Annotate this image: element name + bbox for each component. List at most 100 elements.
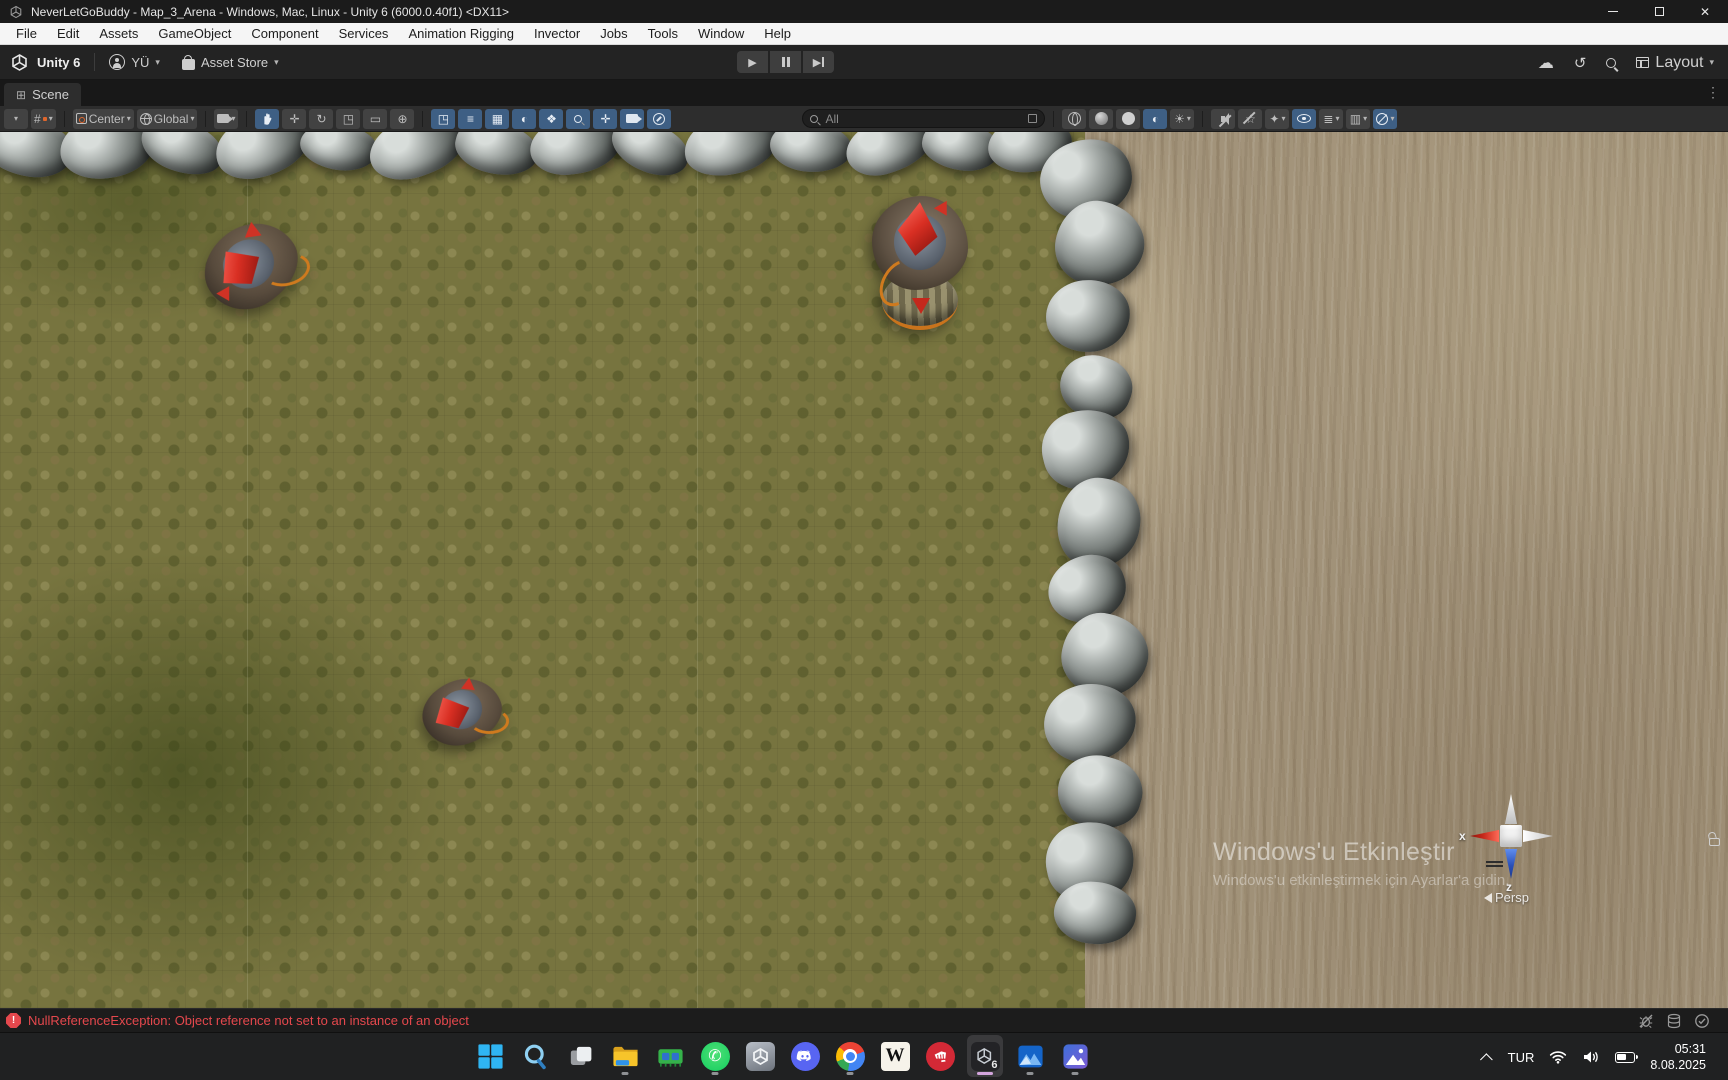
close-button[interactable]: ✕	[1682, 0, 1728, 23]
tray-overflow-icon[interactable]	[1480, 1053, 1493, 1066]
play-button[interactable]: ▶	[737, 51, 768, 73]
language-indicator[interactable]: TUR	[1508, 1050, 1535, 1065]
w-app-button[interactable]: W	[877, 1035, 913, 1077]
search-icon[interactable]	[1606, 58, 1616, 68]
debugger-disabled-icon[interactable]	[1638, 1013, 1654, 1029]
transform-tool-button[interactable]: ⊕	[390, 109, 414, 129]
status-bar[interactable]: ! NullReferenceException: Object referen…	[0, 1008, 1728, 1032]
start-button[interactable]	[472, 1035, 508, 1077]
unity-logo-icon	[10, 53, 29, 72]
gizmo-z-axis-cone[interactable]	[1503, 849, 1519, 879]
account-dropdown[interactable]: YÜ ▾	[109, 54, 160, 70]
menu-component[interactable]: Component	[241, 23, 328, 45]
columns-dropdown[interactable]: ▥▾	[1346, 109, 1370, 129]
shading-toggle[interactable]: ◐	[512, 109, 536, 129]
step-button[interactable]: ▶	[803, 51, 834, 73]
visibility-toggle[interactable]	[1292, 109, 1316, 129]
scene-view[interactable]: Windows'u Etkinleştir Windows'u etkinleş…	[0, 132, 1728, 1008]
camera-view-dropdown[interactable]: ▾	[214, 109, 238, 129]
lighting-toggle[interactable]: ◐	[1143, 109, 1167, 129]
gizmos-dropdown[interactable]: ▾	[1373, 109, 1397, 129]
photos-button[interactable]	[1057, 1035, 1093, 1077]
tower-top-right[interactable]	[872, 196, 972, 334]
memory-chip-app-button[interactable]	[652, 1035, 688, 1077]
effects-mute-toggle[interactable]: ☆	[1238, 109, 1262, 129]
menu-gameobject[interactable]: GameObject	[148, 23, 241, 45]
gizmo-lock-icon[interactable]	[1707, 832, 1721, 847]
shaded-sphere-toggle[interactable]	[1089, 109, 1113, 129]
chrome-button[interactable]	[832, 1035, 868, 1077]
file-explorer-button[interactable]	[607, 1035, 643, 1077]
menu-edit[interactable]: Edit	[47, 23, 89, 45]
task-view-button[interactable]	[562, 1035, 598, 1077]
axis-toggle[interactable]: ✛	[593, 109, 617, 129]
layers-dropdown[interactable]: ≣▾	[1319, 109, 1343, 129]
solid-sphere-toggle[interactable]	[1116, 109, 1140, 129]
cameras-overlay-toggle[interactable]	[620, 109, 644, 129]
audio-mute-toggle[interactable]	[1211, 109, 1235, 129]
panel-menu-icon[interactable]: ⋮	[1706, 84, 1720, 101]
tools-overlay-dropdown[interactable]: ▾	[4, 109, 28, 129]
expand-icon[interactable]	[1028, 114, 1037, 123]
menu-animation-rigging[interactable]: Animation Rigging	[398, 23, 524, 45]
sun-dropdown[interactable]: ☀▾	[1170, 109, 1194, 129]
rotate-tool-button[interactable]: ↻	[309, 109, 333, 129]
hand-tool-button[interactable]	[255, 109, 279, 129]
gizmo-y-axis-cone[interactable]	[1503, 794, 1519, 824]
background-tasks-icon[interactable]	[1694, 1013, 1710, 1029]
sliders-toggle[interactable]: ≡	[458, 109, 482, 129]
taskbar-search-button[interactable]	[517, 1035, 553, 1077]
volume-icon[interactable]	[1582, 1050, 1600, 1064]
rect-tool-button[interactable]: ▭	[363, 109, 387, 129]
riot-games-button[interactable]	[922, 1035, 958, 1077]
grid-visibility-toggle[interactable]: ▦	[485, 109, 509, 129]
battery-icon[interactable]	[1615, 1052, 1635, 1063]
gizmo-center-cube[interactable]	[1500, 825, 1522, 847]
cloud-icon[interactable]: ☁	[1538, 53, 1554, 73]
orientation-dropdown[interactable]: Global ▾	[137, 109, 198, 129]
minimize-button[interactable]	[1590, 0, 1636, 23]
divider	[246, 111, 247, 127]
menu-jobs[interactable]: Jobs	[590, 23, 637, 45]
menu-help[interactable]: Help	[754, 23, 801, 45]
scene-orientation-gizmo[interactable]: x z Persp	[1460, 788, 1580, 912]
projection-mode-toggle[interactable]: Persp	[1484, 890, 1529, 905]
search-overlay-toggle[interactable]	[566, 109, 590, 129]
whatsapp-button[interactable]: ✆	[697, 1035, 733, 1077]
scene-search-input[interactable]	[823, 111, 1023, 127]
cache-server-icon[interactable]	[1666, 1013, 1682, 1029]
history-icon[interactable]: ↺	[1574, 54, 1587, 72]
console-error-message[interactable]: NullReferenceException: Object reference…	[28, 1013, 469, 1028]
menu-invector[interactable]: Invector	[524, 23, 590, 45]
wifi-icon[interactable]	[1549, 1050, 1567, 1064]
menu-services[interactable]: Services	[329, 23, 399, 45]
asset-store-dropdown[interactable]: Asset Store ▾	[182, 55, 279, 70]
discord-button[interactable]	[787, 1035, 823, 1077]
menu-file[interactable]: File	[6, 23, 47, 45]
scene-search-field[interactable]	[802, 109, 1045, 128]
wireframe-sphere-toggle[interactable]	[1062, 109, 1086, 129]
move-tool-button[interactable]: ✛	[282, 109, 306, 129]
maximize-button[interactable]	[1636, 0, 1682, 23]
pivot-mode-dropdown[interactable]: Center ▾	[73, 109, 134, 129]
unity-editor-button[interactable]: 6	[967, 1035, 1003, 1077]
gizmo-axis-cone[interactable]	[1523, 828, 1553, 844]
view-scale-toggle[interactable]: ◳	[431, 109, 455, 129]
grid-snap-dropdown[interactable]: #▾	[31, 109, 56, 129]
media-gallery-button[interactable]	[1012, 1035, 1048, 1077]
particles-toggle[interactable]: ❖	[539, 109, 563, 129]
layout-dropdown[interactable]: Layout ▾	[1636, 54, 1714, 72]
rotate-icon: ↻	[316, 112, 326, 126]
taskbar-clock[interactable]: 05:31 8.08.2025	[1650, 1041, 1706, 1074]
scale-tool-button[interactable]: ◳	[336, 109, 360, 129]
navigation-overlay-toggle[interactable]	[647, 109, 671, 129]
unity-hub-button[interactable]	[742, 1035, 778, 1077]
tab-scene[interactable]: ⊞ Scene	[4, 83, 81, 106]
menu-window[interactable]: Window	[688, 23, 754, 45]
menu-assets[interactable]: Assets	[89, 23, 148, 45]
media-gallery-icon	[1016, 1042, 1045, 1071]
effects-dropdown[interactable]: ✦▾	[1265, 109, 1289, 129]
pause-button[interactable]	[770, 51, 801, 73]
gizmo-x-axis-cone[interactable]	[1470, 828, 1499, 844]
menu-tools[interactable]: Tools	[638, 23, 688, 45]
